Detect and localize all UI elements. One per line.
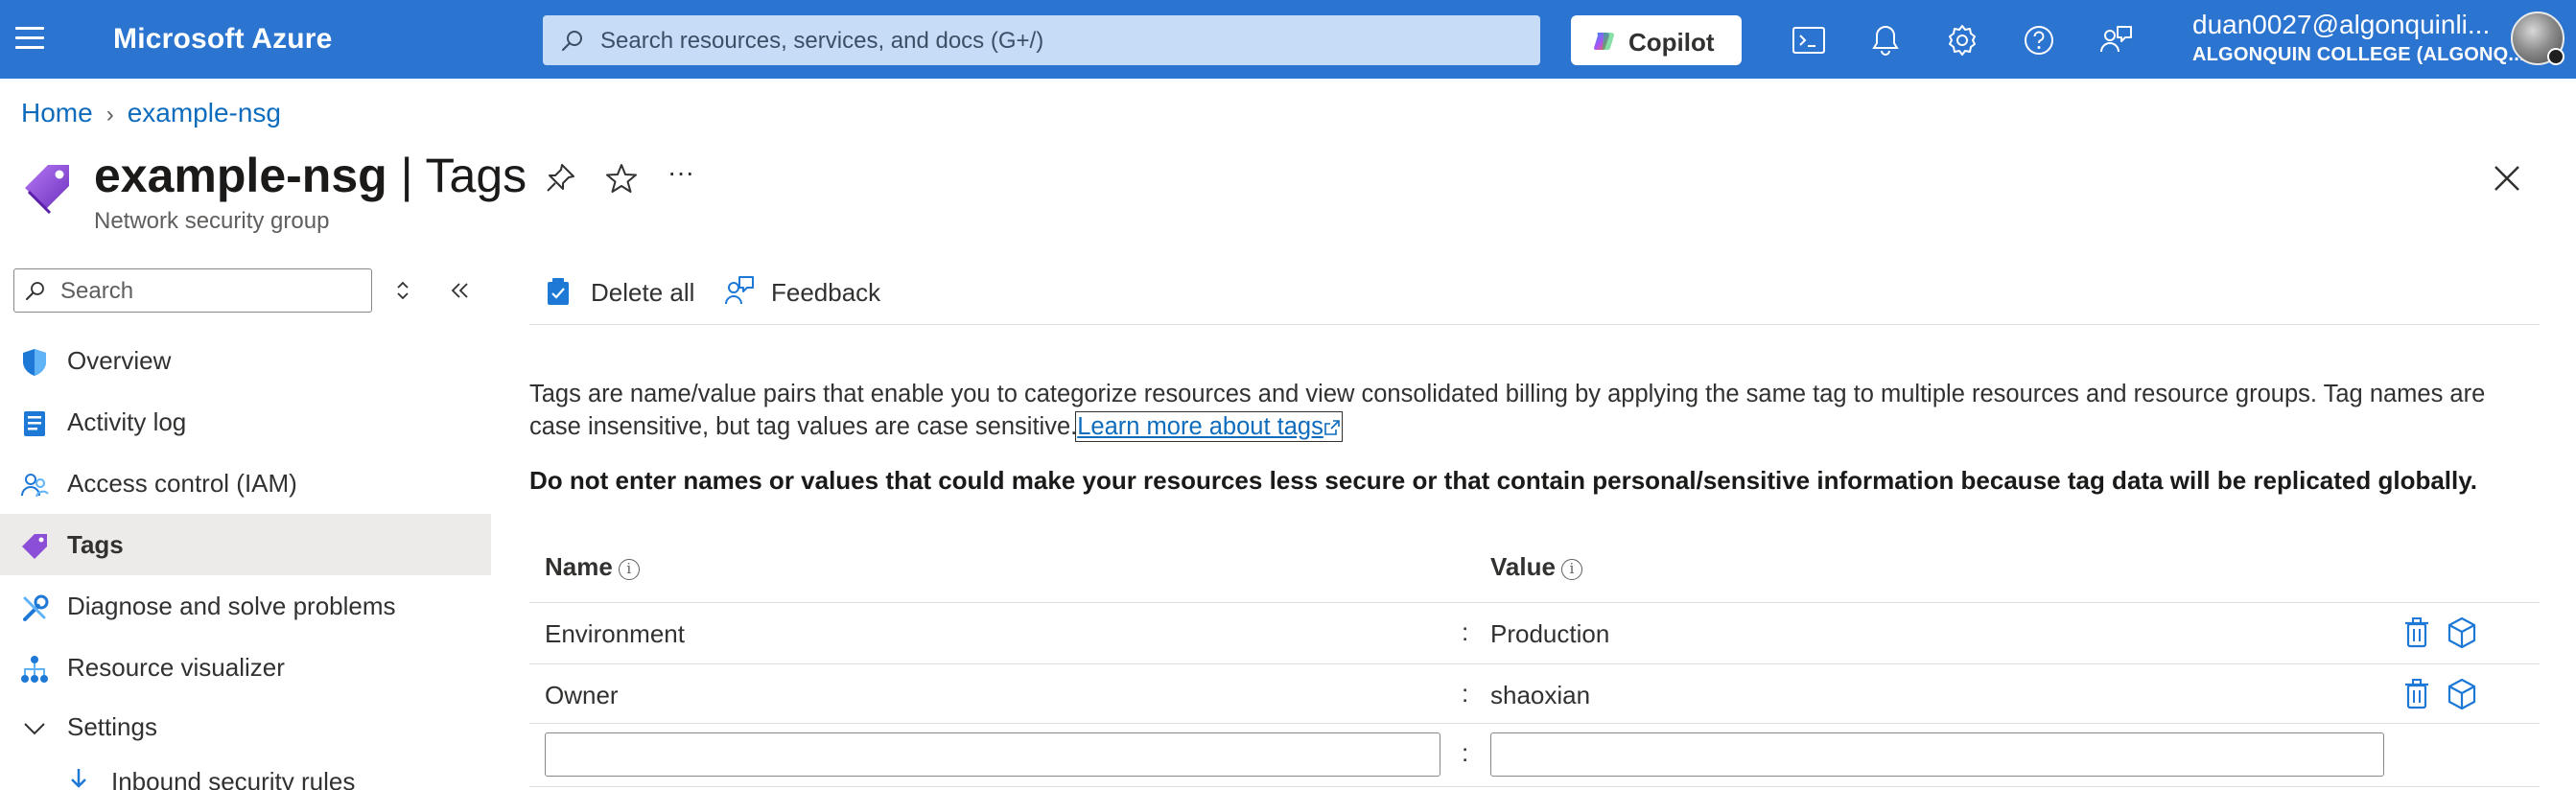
tag-separator: : (1462, 679, 1469, 708)
title-separator: | (386, 149, 426, 202)
sidebar-item-label: Activity log (67, 407, 187, 436)
sidebar-item-tags[interactable]: Tags (0, 514, 491, 575)
global-search-input[interactable]: Search resources, services, and docs (G+… (543, 15, 1540, 65)
close-icon[interactable] (2490, 161, 2524, 196)
tag-icon (22, 534, 47, 559)
account-menu[interactable]: duan0027@algonquinli... ALGONQUIN COLLEG… (2192, 10, 2525, 66)
sidebar-item-label: Tags (67, 530, 124, 559)
blade-name: Tags (425, 149, 527, 202)
sidebar-item-inbound-rules[interactable]: Inbound security rules (44, 757, 535, 790)
apply-tag-icon[interactable] (2446, 677, 2478, 711)
help-icon[interactable] (2020, 21, 2058, 59)
feedback-button[interactable]: Feedback (723, 270, 886, 314)
info-icon[interactable]: i (1560, 559, 1582, 580)
lock-badge-icon (2547, 48, 2564, 65)
expand-collapse-icon[interactable] (391, 278, 414, 303)
learn-more-link[interactable]: Learn more about tags (1075, 411, 1343, 442)
top-bar: Microsoft Azure Search resources, servic… (0, 0, 2576, 79)
breadcrumb-home-link[interactable]: Home (21, 98, 93, 128)
people-icon (21, 474, 49, 498)
sidebar-item-activity-log[interactable]: Activity log (0, 391, 491, 453)
sidebar-search-placeholder: Search (60, 278, 134, 304)
new-tag-value-input[interactable] (1490, 732, 2384, 777)
arrow-down-icon (71, 769, 86, 788)
sidebar-item-label: Settings (67, 712, 157, 741)
sidebar-item-label: Resource visualizer (67, 653, 285, 682)
search-icon (26, 282, 44, 300)
more-options-icon[interactable]: ··· (667, 157, 694, 188)
row-divider (529, 663, 2540, 664)
breadcrumb: Home › example-nsg (21, 98, 281, 128)
external-link-icon (1324, 420, 1340, 435)
tag-name-cell[interactable]: Owner (545, 681, 619, 710)
sidebar-item-diagnose[interactable]: Diagnose and solve problems (0, 575, 491, 637)
tags-description: Tags are name/value pairs that enable yo… (529, 378, 2540, 443)
apply-tag-icon[interactable] (2446, 616, 2478, 650)
row-divider (529, 786, 2540, 787)
avatar[interactable] (2511, 12, 2564, 65)
row-divider (529, 602, 2540, 603)
tag-separator: : (1462, 617, 1469, 646)
sidebar-item-resource-visualizer[interactable]: Resource visualizer (0, 637, 491, 698)
feedback-label: Feedback (771, 278, 881, 307)
chevron-down-icon (24, 723, 45, 735)
tag-icon (25, 165, 69, 215)
user-organization: ALGONQUIN COLLEGE (ALGONQ... (2192, 44, 2525, 65)
breadcrumb-resource-link[interactable]: example-nsg (128, 98, 281, 128)
resource-name: example-nsg (94, 149, 387, 202)
wrench-icon (23, 594, 49, 621)
star-icon[interactable] (604, 161, 639, 196)
new-tag-name-input[interactable] (545, 732, 1440, 777)
delete-list-icon (548, 278, 569, 305)
delete-tag-icon[interactable] (2401, 677, 2432, 711)
row-divider (529, 723, 2540, 724)
menu-icon[interactable] (15, 27, 44, 52)
sidebar-search-input[interactable]: Search (13, 268, 372, 313)
log-icon (24, 411, 45, 436)
sidebar-item-label: Inbound security rules (111, 767, 356, 790)
sidebar-item-access-control[interactable]: Access control (IAM) (0, 453, 491, 514)
value-header-label: Value (1490, 552, 1556, 581)
tag-name-cell[interactable]: Environment (545, 619, 685, 649)
sidebar-item-label: Access control (IAM) (67, 469, 297, 498)
delete-all-label: Delete all (591, 278, 695, 307)
page-subtitle: Network security group (94, 208, 330, 234)
feedback-icon[interactable] (2096, 21, 2135, 59)
learn-more-label: Learn more about tags (1077, 413, 1323, 440)
notifications-bell-icon[interactable] (1866, 21, 1905, 59)
tags-description-text: Tags are name/value pairs that enable yo… (529, 381, 2486, 440)
value-column-header: Value i (1490, 552, 1582, 582)
sidebar-item-overview[interactable]: Overview (0, 330, 491, 391)
settings-gear-icon[interactable] (1943, 21, 1981, 59)
search-icon (561, 31, 582, 52)
pin-icon[interactable] (543, 161, 577, 196)
delete-all-button[interactable]: Delete all (543, 270, 706, 314)
tag-separator: : (1462, 738, 1469, 767)
copilot-button[interactable]: Copilot (1571, 15, 1742, 65)
sidebar-item-label: Diagnose and solve problems (67, 592, 396, 620)
feedback-icon (725, 276, 754, 305)
tag-value-cell[interactable]: shaoxian (1490, 681, 1590, 710)
name-header-label: Name (545, 552, 613, 581)
sidebar-group-settings[interactable]: Settings (0, 696, 491, 757)
brand-title[interactable]: Microsoft Azure (113, 23, 333, 56)
name-column-header: Name i (545, 552, 640, 582)
cloud-shell-icon[interactable] (1790, 21, 1828, 59)
delete-tag-icon[interactable] (2401, 616, 2432, 650)
info-icon[interactable]: i (618, 559, 640, 580)
shield-icon (23, 349, 46, 376)
global-search-placeholder: Search resources, services, and docs (G+… (600, 28, 1044, 54)
hierarchy-icon (21, 656, 48, 683)
user-email: duan0027@algonquinli... (2192, 10, 2491, 39)
collapse-sidebar-icon[interactable] (447, 278, 474, 303)
privacy-warning: Do not enter names or values that could … (529, 466, 2478, 495)
tag-value-cell[interactable]: Production (1490, 619, 1609, 649)
copilot-label: Copilot (1628, 28, 1715, 57)
sidebar-item-label: Overview (67, 346, 172, 375)
toolbar-divider (529, 324, 2540, 325)
page-title: example-nsg | Tags (94, 148, 527, 203)
chevron-right-icon: › (105, 102, 114, 128)
copilot-icon (1594, 33, 1614, 51)
